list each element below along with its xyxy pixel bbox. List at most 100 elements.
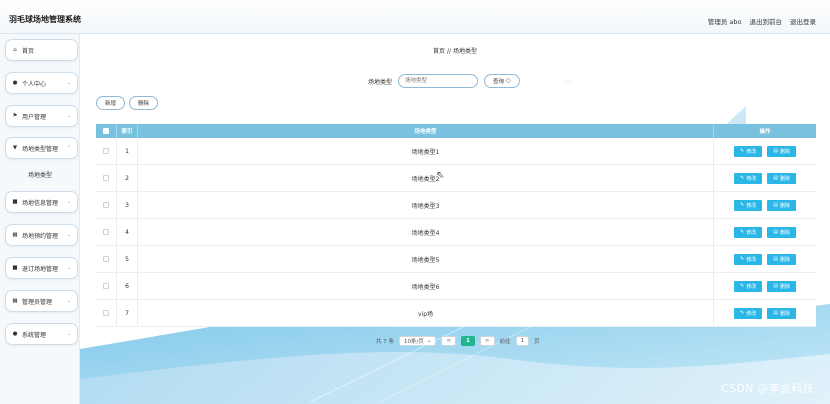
sidebar-item-label: 系统管理 (22, 331, 47, 339)
edit-button[interactable]: ✎ 修改 (734, 280, 763, 292)
sidebar: ⌂ 首页 ● 个人中心 ⌄ ⚑ 用户管理 ⌄ ▼ 场地类型管理 ⌃ 场地类型 ■… (0, 34, 80, 404)
delete-label: 删除 (779, 229, 790, 236)
search-label: 场地类型 (368, 78, 393, 86)
goto-suffix: 页 (534, 339, 540, 345)
cell-type: 场地类型5 (411, 256, 440, 264)
row-checkbox[interactable] (103, 310, 109, 316)
search-button[interactable]: 查询 ○ (484, 74, 520, 88)
column-header-index: 索引 (121, 129, 133, 135)
sidebar-item-system[interactable]: ● 系统管理 ⌄ (5, 323, 78, 345)
column-header-type: 场地类型 (414, 129, 437, 135)
row-checkbox[interactable] (103, 256, 109, 262)
sidebar-item-label: 用户管理 (22, 113, 47, 121)
main-content: 首页 // 场地类型 场地类型 ◌ 查询 ○ 新增 删除 索引 场地类型 操作 … (80, 34, 830, 404)
sidebar-item-reservations[interactable]: ▦ 场地预约管理 ⌄ (5, 224, 78, 246)
row-delete-button[interactable]: ▤ 删除 (767, 280, 796, 292)
table-row: 3 场地类型3 ✎ 修改 ▤ 删除 (96, 192, 816, 219)
cell-type: 场地类型3 (411, 202, 440, 210)
clear-icon[interactable]: ◌ (566, 78, 570, 84)
table-row: 7 vip场 ✎ 修改 ▤ 删除 (96, 300, 816, 327)
row-delete-button[interactable]: ▤ 删除 (767, 307, 796, 319)
flag-icon: ⚑ (12, 113, 18, 119)
cell-type: 场地类型6 (411, 283, 440, 291)
edit-icon: ✎ (740, 148, 745, 154)
page-number-current[interactable]: 1 (461, 336, 475, 346)
delete-button[interactable]: 删除 (129, 96, 159, 110)
row-delete-button[interactable]: ▤ 删除 (767, 145, 796, 157)
cell-index: 2 (125, 174, 129, 182)
user-icon: ● (12, 331, 18, 337)
select-all-checkbox[interactable] (103, 128, 109, 134)
sidebar-item-home[interactable]: ⌂ 首页 (5, 39, 78, 61)
row-checkbox[interactable] (103, 175, 109, 181)
edit-button[interactable]: ✎ 修改 (734, 226, 763, 238)
trash-icon: ▤ (773, 202, 778, 208)
data-table: 索引 场地类型 操作 1 场地类型1 ✎ 修改 ▤ 删除 2 场地类型2 ✎ 修改 ▤ 删除 3 场地类型… (96, 124, 816, 327)
edit-button[interactable]: ✎ 修改 (734, 172, 763, 184)
delete-label: 删除 (779, 310, 790, 317)
chevron-down-icon: ⌄ (66, 113, 71, 119)
edit-button[interactable]: ✎ 修改 (734, 199, 763, 211)
breadcrumb-home[interactable]: 首页 (433, 48, 445, 55)
search-input[interactable] (398, 74, 479, 88)
cell-type: 场地类型1 (411, 148, 440, 156)
row-delete-button[interactable]: ▤ 删除 (767, 172, 796, 184)
edit-label: 修改 (746, 229, 757, 236)
prev-page-button[interactable]: < (441, 336, 457, 346)
back-to-front-link[interactable]: 退出到前台 (750, 16, 783, 26)
table-row: 4 场地类型4 ✎ 修改 ▤ 删除 (96, 219, 816, 246)
edit-button[interactable]: ✎ 修改 (734, 307, 763, 319)
edit-icon: ✎ (740, 283, 745, 289)
chevron-down-icon: ⌄ (66, 265, 71, 271)
cell-index: 4 (125, 228, 129, 236)
row-checkbox[interactable] (103, 229, 109, 235)
sidebar-item-label: 首页 (22, 47, 35, 55)
trash-icon: ▤ (773, 229, 778, 235)
row-delete-button[interactable]: ▤ 删除 (767, 199, 796, 211)
edit-icon: ✎ (740, 229, 745, 235)
logout-link[interactable]: 退出登录 (790, 16, 816, 26)
page-size-select[interactable]: 10条/页 ⌄ (399, 336, 437, 346)
row-delete-button[interactable]: ▤ 删除 (767, 226, 796, 238)
cell-index: 3 (125, 201, 129, 209)
row-delete-button[interactable]: ▤ 删除 (767, 253, 796, 265)
delete-label: 删除 (779, 283, 790, 290)
add-button[interactable]: 新增 (96, 96, 126, 110)
row-checkbox[interactable] (103, 202, 109, 208)
sidebar-item-profile[interactable]: ● 个人中心 ⌄ (5, 72, 78, 94)
trash-icon: ▤ (773, 148, 778, 154)
sidebar-item-refunds[interactable]: ■ 退订场地管理 ⌄ (5, 257, 78, 279)
trash-icon: ▤ (773, 256, 778, 262)
table-row: 1 场地类型1 ✎ 修改 ▤ 删除 (96, 138, 816, 165)
edit-button[interactable]: ✎ 修改 (734, 253, 763, 265)
sidebar-item-label: 管理员管理 (22, 298, 53, 306)
sidebar-item-venue-types[interactable]: ▼ 场地类型管理 ⌃ (5, 137, 78, 159)
sidebar-item-users[interactable]: ⚑ 用户管理 ⌄ (5, 105, 78, 127)
cell-index: 1 (125, 147, 129, 155)
next-page-button[interactable]: > (479, 336, 495, 346)
table-body: 1 场地类型1 ✎ 修改 ▤ 删除 2 场地类型2 ✎ 修改 ▤ 删除 3 场地类型3 ✎ 修改 ▤ 删除 4 场地类… (96, 138, 816, 327)
user-icon: ● (12, 80, 18, 86)
sidebar-subitem-venue-type[interactable]: 场地类型 (0, 164, 80, 184)
edit-icon: ✎ (740, 175, 745, 181)
chevron-down-icon: ⌄ (66, 232, 71, 238)
table-header: 索引 场地类型 操作 (96, 124, 816, 138)
goto-label: 前往 (499, 339, 511, 345)
total-count: 共 7 条 (376, 339, 394, 345)
sidebar-item-label: 退订场地管理 (22, 265, 59, 273)
sidebar-item-admins[interactable]: ▦ 管理员管理 ⌄ (5, 290, 78, 312)
breadcrumb: 首页 // 场地类型 (80, 46, 830, 55)
trash-icon: ▤ (773, 283, 778, 289)
row-checkbox[interactable] (103, 283, 109, 289)
edit-label: 修改 (746, 202, 757, 209)
chevron-down-icon: ⌄ (66, 199, 71, 205)
edit-icon: ✎ (740, 202, 745, 208)
delete-label: 删除 (779, 148, 790, 155)
chevron-down-icon: ⌄ (66, 331, 71, 337)
goto-page-input[interactable]: 1 (515, 336, 530, 346)
edit-button[interactable]: ✎ 修改 (734, 145, 763, 157)
cell-type: 场地类型2 (411, 175, 440, 183)
row-checkbox[interactable] (103, 148, 109, 154)
sidebar-item-venue-info[interactable]: ■ 场地信息管理 ⌄ (5, 191, 78, 213)
lock-icon: ■ (12, 265, 18, 271)
